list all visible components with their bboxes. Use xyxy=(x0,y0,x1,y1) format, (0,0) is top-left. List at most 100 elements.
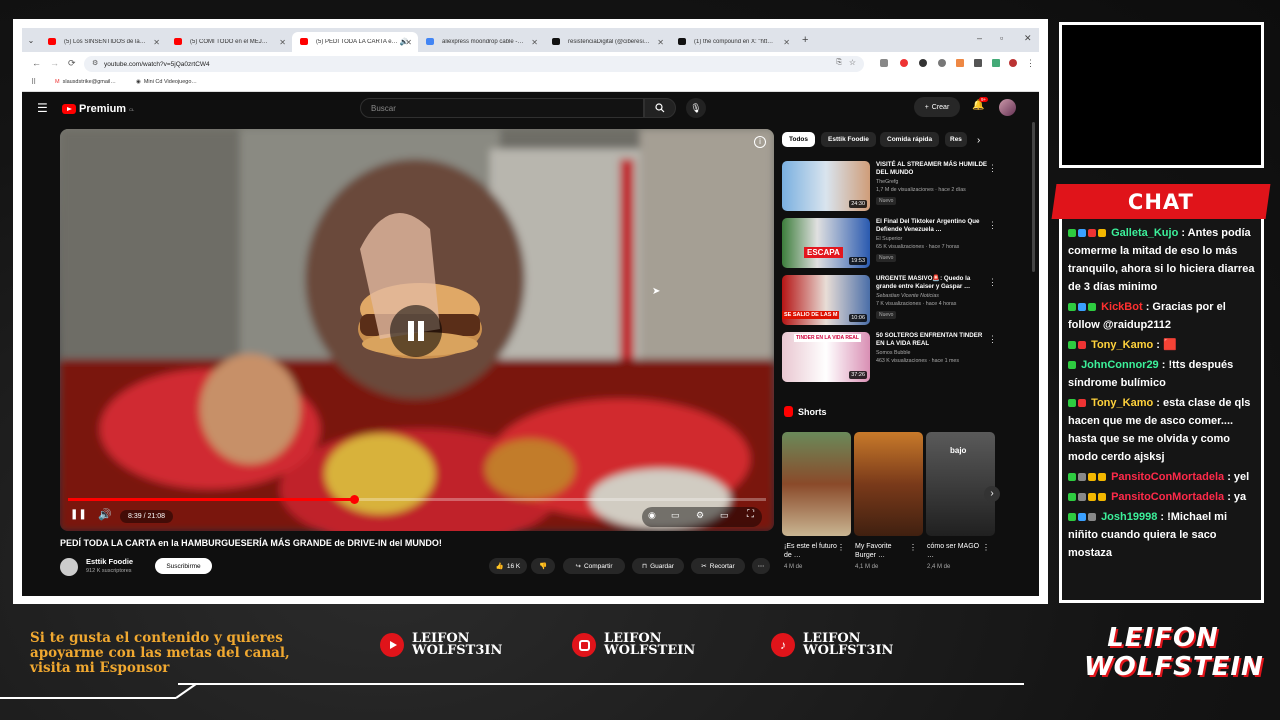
hamburger-menu-icon[interactable]: ☰ xyxy=(37,101,48,115)
more-actions-button[interactable]: ⋯ xyxy=(752,558,770,574)
bookmark-item[interactable]: ◉ Mini Cd Videojuego… xyxy=(136,79,197,85)
short-thumbnail[interactable] xyxy=(854,432,923,536)
chip-fast-food[interactable]: Comida rápida xyxy=(880,132,940,147)
channel-name[interactable]: Esttik Foodie xyxy=(86,557,133,566)
more-options-icon[interactable]: ⋮ xyxy=(988,277,997,288)
scrollbar[interactable] xyxy=(1032,122,1035,272)
extension-icon[interactable] xyxy=(880,59,888,67)
chevron-right-icon[interactable]: › xyxy=(977,135,980,146)
microphone-button[interactable]: 🎙 xyxy=(686,98,706,118)
chat-username[interactable]: Josh19998 xyxy=(1101,511,1157,523)
pause-icon xyxy=(408,321,424,341)
close-tab-icon[interactable]: ✕ xyxy=(657,38,664,47)
chat-username[interactable]: PansitoConMortadela xyxy=(1111,471,1224,483)
more-options-icon[interactable]: ⋮ xyxy=(909,543,917,552)
channel-logo: LEIFON WOLFSTEIN xyxy=(1084,623,1264,682)
back-icon[interactable]: ← xyxy=(32,58,41,68)
settings-gear-icon[interactable]: ⚙ xyxy=(696,510,704,521)
autoplay-toggle-icon[interactable]: ◉ xyxy=(648,510,656,521)
extension-icon[interactable] xyxy=(900,59,908,67)
theater-mode-icon[interactable]: ▭ xyxy=(720,510,729,521)
share-button[interactable]: ↪ Compartir xyxy=(563,558,625,574)
recommendation-item[interactable]: ESCAPA 19:53 El Final Del Tiktoker Argen… xyxy=(782,218,1012,270)
extension-icon[interactable] xyxy=(938,59,946,67)
close-tab-icon[interactable]: ✕ xyxy=(531,38,538,47)
channel-row: Esttik Foodie 912 K suscriptores Suscrib… xyxy=(60,556,800,578)
progress-bar[interactable] xyxy=(68,495,766,504)
avatar[interactable] xyxy=(999,99,1016,116)
pause-icon[interactable]: ❚❚ xyxy=(70,509,87,520)
create-button[interactable]: + Crear xyxy=(914,97,960,117)
video-player[interactable]: i ➤ ❚❚ 🔊 8:39 / 21:08 ◉ ▭ ⚙ ▭ ⛶ xyxy=(60,129,774,531)
dislike-button[interactable]: 👎 xyxy=(531,558,555,574)
close-tab-icon[interactable]: ✕ xyxy=(153,38,160,47)
chat-badge-icon xyxy=(1078,303,1086,311)
new-tab-button[interactable]: + xyxy=(802,34,808,46)
save-button[interactable]: ⊓ Guardar xyxy=(632,558,684,574)
info-icon[interactable]: i xyxy=(754,136,766,148)
chip-more[interactable]: Res xyxy=(945,132,967,147)
recommendation-item[interactable]: 24:30 VISITÉ AL STREAMER MÁS HUMILDE DEL… xyxy=(782,161,1012,213)
chip-todos[interactable]: Todos xyxy=(782,132,816,147)
tab-favicon-icon xyxy=(426,38,434,45)
recommendation-item[interactable]: TINDER EN LA VIDA REAL 37:26 50 SOLTEROS… xyxy=(782,332,1012,384)
install-icon[interactable]: ⎘ xyxy=(836,59,842,67)
close-tab-icon[interactable]: ✕ xyxy=(279,38,286,47)
browser-tab[interactable]: resistenciaDigital (@ciberesist… ✕ xyxy=(544,32,670,52)
fullscreen-icon[interactable]: ⛶ xyxy=(747,509,754,520)
bookmark-item[interactable]: Mslausdstrike@gmail… xyxy=(55,79,116,85)
chat-username[interactable]: KickBot xyxy=(1101,301,1143,313)
chip-channel[interactable]: Esttik Foodie xyxy=(821,132,876,147)
more-options-icon[interactable]: ⋮ xyxy=(988,220,997,231)
channel-avatar[interactable] xyxy=(60,558,78,576)
close-tab-icon[interactable]: ✕ xyxy=(783,38,790,47)
volume-icon[interactable]: 🔊 xyxy=(98,508,112,521)
chat-message: Tony_Kamo : 🟥 xyxy=(1068,336,1256,354)
pause-overlay-button[interactable] xyxy=(390,305,442,357)
more-options-icon[interactable]: ⋮ xyxy=(988,334,997,345)
browser-tab[interactable]: (5) PEDÍ TODA LA CARTA e… 🔊 ✕ xyxy=(292,32,418,52)
short-thumbnail[interactable] xyxy=(782,432,851,536)
youtube-logo[interactable]: Premium CL xyxy=(62,103,134,115)
chat-username[interactable]: JohnConnor29 xyxy=(1081,359,1159,371)
browser-tab[interactable]: (1) the compound en X: "https:… ✕ xyxy=(670,32,796,52)
chat-username[interactable]: Galleta_Kujo xyxy=(1111,227,1178,239)
close-tab-icon[interactable]: ✕ xyxy=(405,38,412,47)
minimize-icon[interactable]: – xyxy=(977,33,982,43)
more-options-icon[interactable]: ⋮ xyxy=(988,163,997,174)
gmail-icon[interactable] xyxy=(956,59,964,67)
reload-icon[interactable]: ⟳ xyxy=(68,58,76,69)
subscribe-button[interactable]: Suscribirme xyxy=(155,558,212,574)
subtitles-icon[interactable]: ▭ xyxy=(671,510,680,521)
clip-button[interactable]: ✂ Recortar xyxy=(691,558,745,574)
puzzle-icon[interactable] xyxy=(974,59,982,67)
more-options-icon[interactable]: ⋮ xyxy=(982,543,990,552)
profile-avatar[interactable] xyxy=(1009,59,1017,67)
shorts-next-button[interactable]: › xyxy=(984,486,1000,502)
browser-tab[interactable]: (5) COMÍ TODO en el MEJOR … ✕ xyxy=(166,32,292,52)
chat-badge-icon xyxy=(1078,399,1086,407)
browser-tab[interactable]: (5) Los SINSENTIDOS de la sag…✕ xyxy=(40,32,166,52)
browser-tab[interactable]: aliexpress moondrop cable - B… ✕ xyxy=(418,32,544,52)
search-input[interactable]: Buscar xyxy=(360,98,644,118)
bookmark-star-icon[interactable]: ☆ xyxy=(849,58,856,67)
recommendation-item[interactable]: SE SALIO DE LAS M 10:06 URGENTE MASIVO🚨:… xyxy=(782,275,1012,327)
chat-username[interactable]: PansitoConMortadela xyxy=(1111,491,1224,503)
maximize-icon[interactable]: ▫ xyxy=(1000,33,1003,43)
url-input[interactable]: ⚙ youtube.com/watch?v=5jQa0zrtCW4 ⎘ ☆ xyxy=(84,56,864,72)
search-button[interactable] xyxy=(644,98,676,118)
extension-icon[interactable] xyxy=(992,59,1000,67)
forward-icon[interactable]: → xyxy=(50,58,59,68)
like-button[interactable]: 👍 16 K xyxy=(489,558,527,574)
chat-username[interactable]: Tony_Kamo xyxy=(1091,339,1153,351)
menu-dots-icon[interactable]: ⋮ xyxy=(1026,58,1035,69)
short-thumbnail[interactable]: bajo xyxy=(926,432,995,536)
tab-favicon-icon xyxy=(678,38,686,45)
more-options-icon[interactable]: ⋮ xyxy=(837,543,845,552)
apps-icon[interactable]: ⠿ xyxy=(31,78,36,86)
tab-search-icon[interactable]: ⌄ xyxy=(22,36,40,45)
chat-username[interactable]: Tony_Kamo xyxy=(1091,397,1153,409)
site-info-icon[interactable]: ⚙ xyxy=(92,59,98,67)
close-window-icon[interactable]: ✕ xyxy=(1024,33,1032,44)
extension-icon[interactable] xyxy=(919,59,927,67)
